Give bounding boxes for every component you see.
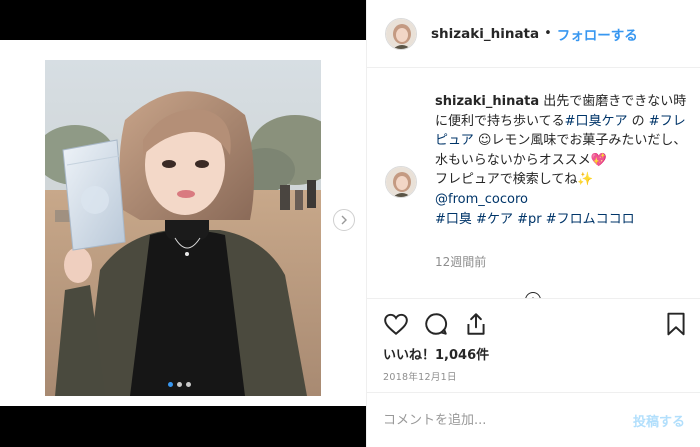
post-comment-button[interactable]: 投稿する — [633, 411, 685, 430]
caption-text-part: の — [627, 113, 649, 129]
carousel-dot — [168, 382, 173, 387]
caption-area: shizaki_hinata 出先で歯磨きできない時に便利で持ち歩いてる#口臭ケ… — [367, 68, 700, 298]
chevron-right-icon — [341, 215, 347, 225]
avatar[interactable] — [385, 17, 417, 50]
instagram-post: shizaki_hinata • フォローする shizaki_hinata 出… — [0, 0, 700, 447]
save-button[interactable] — [663, 311, 691, 339]
caption-text: shizaki_hinata 出先で歯磨きできない時に便利で持ち歩いてる#口臭ケ… — [435, 92, 693, 229]
heart-emoji: 💖 — [590, 152, 607, 168]
share-button[interactable] — [463, 311, 491, 339]
post-photo[interactable] — [45, 60, 321, 396]
comment-button[interactable] — [423, 311, 451, 339]
carousel-indicators — [168, 382, 191, 387]
hashtag-link[interactable]: #pr — [517, 212, 542, 227]
like-button[interactable] — [383, 311, 411, 339]
follow-button[interactable]: フォローする — [557, 24, 638, 44]
caption-timestamp[interactable]: 12週間前 — [435, 253, 486, 270]
comment-input[interactable] — [367, 393, 617, 447]
carousel-next-button[interactable] — [333, 209, 355, 231]
caption-line: フレピュアで検索してね — [435, 172, 578, 188]
share-icon — [467, 313, 485, 335]
caption-avatar[interactable] — [385, 166, 417, 198]
like-count[interactable]: いいね！1,046件 — [383, 344, 489, 363]
hashtag-link[interactable]: #ケア — [476, 212, 513, 227]
post-sidebar: shizaki_hinata • フォローする shizaki_hinata 出… — [366, 0, 700, 447]
media-letterbox-top — [0, 0, 366, 40]
comment-form: 投稿する — [367, 392, 700, 447]
caption-username[interactable]: shizaki_hinata — [435, 94, 539, 109]
separator-dot: • — [544, 26, 552, 41]
mention-link[interactable]: @from_cocoro — [435, 192, 528, 207]
bookmark-icon — [667, 312, 685, 336]
carousel-dot — [186, 382, 191, 387]
heart-icon — [384, 313, 408, 336]
carousel-dot — [177, 382, 182, 387]
sparkle-emoji: ✨ — [577, 172, 594, 188]
username-link[interactable]: shizaki_hinata — [431, 26, 539, 42]
comment-bubble-icon — [425, 313, 448, 335]
hashtag-link[interactable]: #フロムココロ — [546, 212, 635, 227]
hashtag-link[interactable]: #口臭 — [435, 212, 472, 227]
hashtag-link[interactable]: #口臭ケア — [565, 114, 628, 129]
post-media — [0, 0, 366, 447]
media-letterbox-bottom — [0, 406, 366, 447]
post-header: shizaki_hinata • フォローする — [367, 0, 700, 68]
action-bar — [367, 298, 700, 348]
post-date[interactable]: 2018年12月1日 — [383, 369, 457, 383]
